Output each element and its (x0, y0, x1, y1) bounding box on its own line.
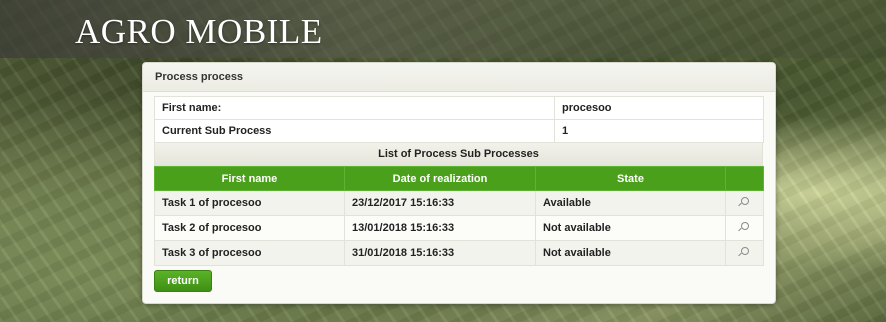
magnifier-icon[interactable] (740, 197, 749, 205)
column-header-actions (725, 166, 764, 191)
column-header-date: Date of realization (344, 166, 536, 191)
table-row: Task 2 of procesoo 13/01/2018 15:16:33 N… (154, 215, 764, 241)
info-label: First name: (154, 96, 555, 120)
panel-title: Process process (143, 63, 775, 92)
return-button[interactable]: return (154, 270, 212, 292)
info-row-first-name: First name: procesoo (154, 96, 764, 120)
process-panel: Process process First name: procesoo Cur… (142, 62, 776, 304)
process-info-table: First name: procesoo Current Sub Process… (154, 96, 764, 143)
panel-content: First name: procesoo Current Sub Process… (154, 96, 764, 266)
info-label: Current Sub Process (154, 119, 555, 143)
task-state: Available (535, 190, 726, 216)
subprocess-table: First name Date of realization State Tas… (154, 166, 764, 266)
magnifier-icon[interactable] (740, 247, 749, 255)
view-detail-button[interactable] (725, 240, 764, 266)
view-detail-button[interactable] (725, 215, 764, 241)
info-value: 1 (554, 119, 764, 143)
task-date: 31/01/2018 15:16:33 (344, 240, 536, 266)
task-state: Not available (535, 240, 726, 266)
header-band: AGRO MOBILE (0, 0, 886, 58)
task-name: Task 1 of procesoo (154, 190, 345, 216)
list-title: List of Process Sub Processes (154, 143, 763, 166)
table-row: Task 3 of procesoo 31/01/2018 15:16:33 N… (154, 240, 764, 266)
magnifier-icon[interactable] (740, 222, 749, 230)
column-header-state: State (535, 166, 726, 191)
view-detail-button[interactable] (725, 190, 764, 216)
info-value: procesoo (554, 96, 764, 120)
info-row-current-sub-process: Current Sub Process 1 (154, 119, 764, 143)
task-name: Task 2 of procesoo (154, 215, 345, 241)
task-state: Not available (535, 215, 726, 241)
task-date: 13/01/2018 15:16:33 (344, 215, 536, 241)
table-row: Task 1 of procesoo 23/12/2017 15:16:33 A… (154, 190, 764, 216)
task-date: 23/12/2017 15:16:33 (344, 190, 536, 216)
table-header-row: First name Date of realization State (154, 166, 764, 191)
task-name: Task 3 of procesoo (154, 240, 345, 266)
column-header-first-name: First name (154, 166, 345, 191)
brand-title: AGRO MOBILE (75, 12, 323, 51)
